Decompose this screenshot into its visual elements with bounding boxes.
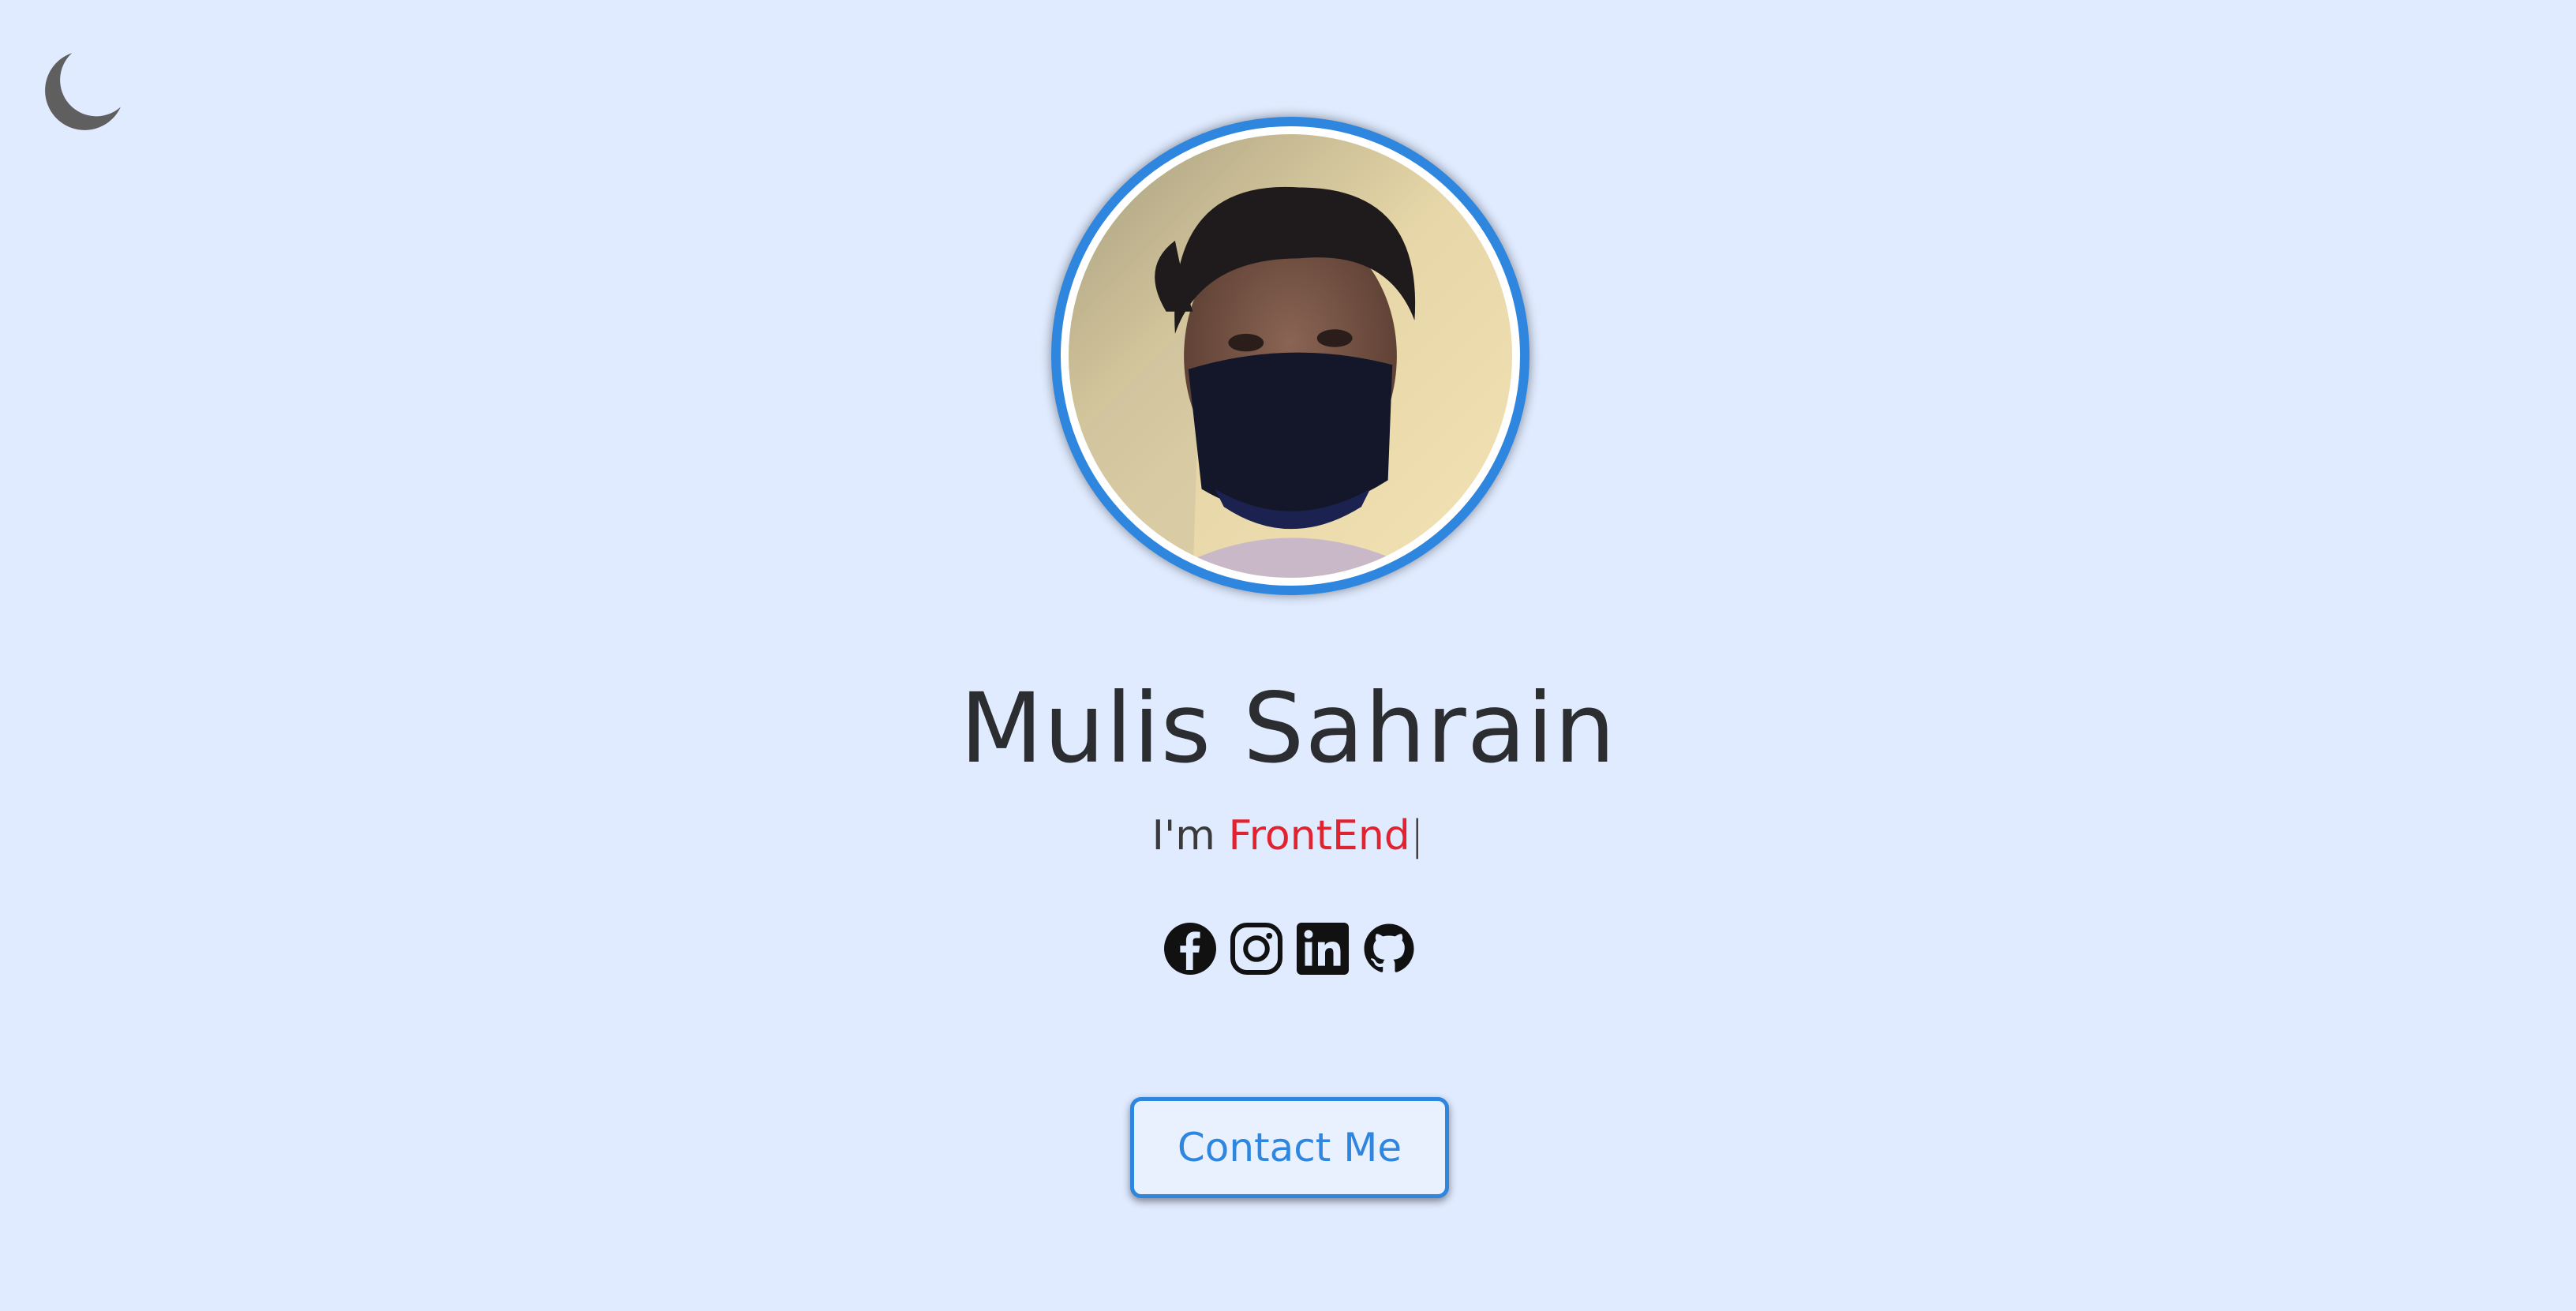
tagline-role: FrontEnd [1228,812,1410,860]
contact-me-button[interactable]: Contact Me [1130,1097,1449,1198]
social-links [1162,920,1422,977]
avatar [1051,117,1530,595]
instagram-icon[interactable] [1228,920,1285,977]
linkedin-icon[interactable] [1294,920,1351,977]
profile-name: Mulis Sahrain [960,672,1616,785]
tagline-prefix: I'm [1151,812,1229,860]
profile-photo [1069,134,1512,578]
github-icon[interactable] [1361,920,1417,977]
typing-cursor: | [1410,812,1425,860]
tagline: I'm FrontEnd| [0,808,2576,863]
landing-page: Mulis Sahrain I'm FrontEnd| Contact Me [0,0,2576,1311]
moon-icon[interactable] [38,46,128,136]
facebook-icon[interactable] [1162,920,1219,977]
